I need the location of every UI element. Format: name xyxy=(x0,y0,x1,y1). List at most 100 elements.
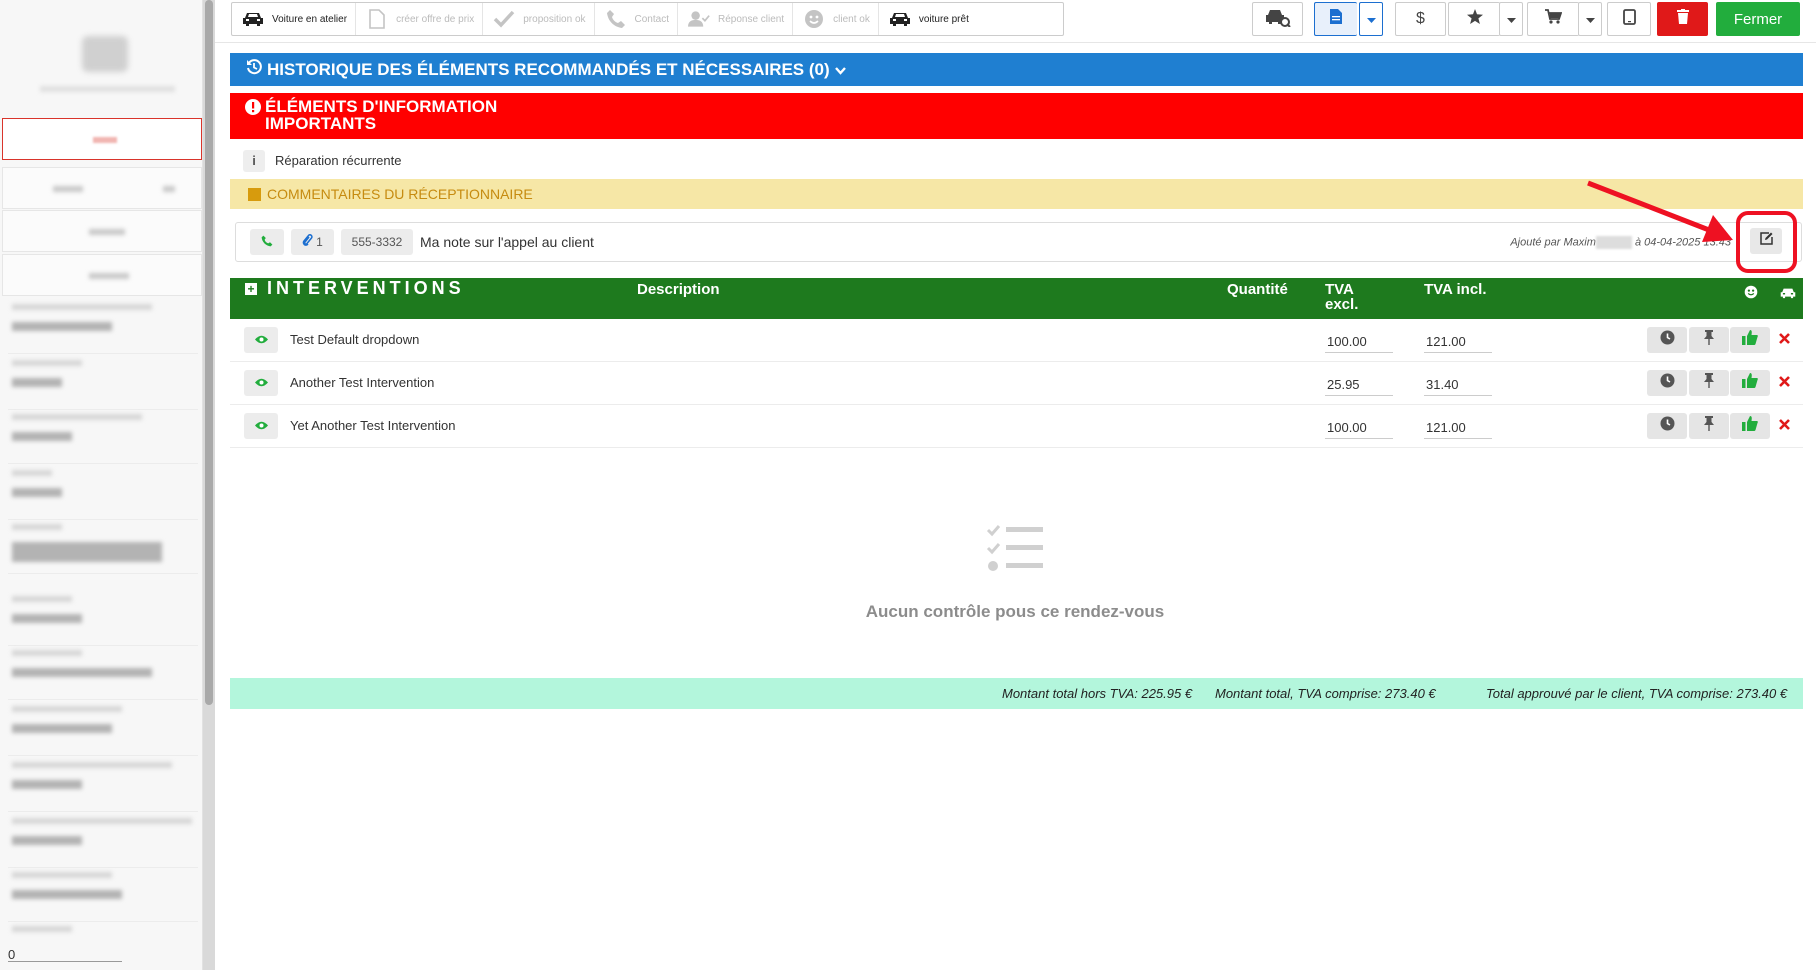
column-description: Description xyxy=(637,281,720,298)
step-label: Réponse client xyxy=(717,13,785,25)
phone-button[interactable] xyxy=(250,229,284,255)
table-row: Test Default dropdown xyxy=(230,319,1803,362)
plus-square-icon[interactable]: + xyxy=(245,282,257,295)
interventions-title: + INTERVENTIONS xyxy=(245,279,465,297)
important-info-title: ÉLÉMENTS D'INFORMATION IMPORTANTS xyxy=(265,97,498,133)
approve-button[interactable] xyxy=(1730,370,1770,396)
file-icon xyxy=(366,9,388,29)
note-author: Ajouté par Maxim xyxy=(1510,236,1596,249)
sidebar-item[interactable] xyxy=(2,167,202,209)
document-dropdown[interactable] xyxy=(1359,2,1383,36)
checklist-icon xyxy=(986,525,1043,571)
vat-excl-input[interactable] xyxy=(1325,374,1393,396)
document-button[interactable] xyxy=(1314,2,1357,36)
pin-button[interactable] xyxy=(1689,413,1729,439)
delete-button[interactable] xyxy=(1657,2,1708,36)
caret-down-icon xyxy=(1585,10,1595,28)
total-excl-vat: Montant total hors TVA: 225.95 € xyxy=(1002,686,1193,701)
column-vat-incl: TVA incl. xyxy=(1424,281,1487,298)
close-icon xyxy=(1778,331,1790,349)
history-button[interactable] xyxy=(1647,370,1687,396)
step-car-in-workshop[interactable]: Voiture en atelier xyxy=(232,3,357,35)
app-window: 0 Voiture en atelier créer offre de prix… xyxy=(0,0,1816,970)
tablet-button[interactable] xyxy=(1607,2,1651,36)
chevron-down-icon xyxy=(834,60,846,80)
eye-icon xyxy=(254,417,268,435)
car-icon xyxy=(242,9,264,29)
sidebar-field xyxy=(8,356,198,410)
cart-dropdown[interactable] xyxy=(1578,2,1602,36)
step-client-response[interactable]: Réponse client xyxy=(678,3,794,35)
sidebar-field xyxy=(8,922,198,942)
vat-incl-input[interactable] xyxy=(1424,374,1492,396)
approve-button[interactable] xyxy=(1730,327,1770,353)
phone-icon xyxy=(261,235,273,250)
star-icon xyxy=(1466,9,1483,29)
logo xyxy=(82,36,128,72)
car-wrench-icon xyxy=(1265,7,1291,32)
empty-state-text: Aucun contrôle pous ce rendez-vous xyxy=(865,602,1165,621)
step-client-ok[interactable]: client ok xyxy=(793,3,879,35)
exclamation-circle-icon xyxy=(245,99,261,118)
history-title: HISTORIQUE DES ÉLÉMENTS RECOMMANDÉS ET N… xyxy=(267,59,830,79)
pin-button[interactable] xyxy=(1689,327,1729,353)
attachments-count: 1 xyxy=(316,235,323,249)
approve-button[interactable] xyxy=(1730,413,1770,439)
sidebar-field xyxy=(8,520,198,574)
history-panel-header[interactable]: HISTORIQUE DES ÉLÉMENTS RECOMMANDÉS ET N… xyxy=(230,53,1803,86)
scrollbar-thumb[interactable] xyxy=(205,0,213,705)
cart-button[interactable] xyxy=(1527,2,1579,36)
step-car-ready[interactable]: voiture prêt xyxy=(879,3,977,35)
step-contact[interactable]: Contact xyxy=(595,3,678,35)
intervention-name: Yet Another Test Intervention xyxy=(290,418,456,433)
history-button[interactable] xyxy=(1647,327,1687,353)
remove-button[interactable] xyxy=(1773,370,1795,396)
vat-excl-input[interactable] xyxy=(1325,417,1393,439)
thumbs-up-icon xyxy=(1742,373,1758,393)
comment-note: 1 555-3332 Ma note sur l'appel au client… xyxy=(235,222,1802,262)
vat-incl-input[interactable] xyxy=(1424,331,1492,353)
pin-icon xyxy=(1703,373,1715,393)
close-icon xyxy=(1778,374,1790,392)
favorite-button[interactable] xyxy=(1448,2,1500,36)
phone-number: 555-3332 xyxy=(341,229,413,255)
sidebar-item[interactable] xyxy=(2,210,202,252)
remove-button[interactable] xyxy=(1773,327,1795,353)
close-button[interactable]: Fermer xyxy=(1716,2,1800,36)
pin-icon xyxy=(1703,416,1715,436)
important-info-header: ÉLÉMENTS D'INFORMATION IMPORTANTS xyxy=(230,93,1803,139)
visibility-toggle-button[interactable] xyxy=(244,370,278,396)
car-tools-button[interactable] xyxy=(1252,2,1303,36)
step-proposal-ok[interactable]: proposition ok xyxy=(483,3,595,35)
clock-icon xyxy=(1660,330,1675,350)
logo-subtitle xyxy=(40,86,175,92)
intervention-name: Another Test Intervention xyxy=(290,375,435,390)
price-button[interactable]: $ xyxy=(1395,2,1446,36)
workflow-steps: Voiture en atelier créer offre de prix p… xyxy=(231,2,1064,36)
car-icon xyxy=(889,9,911,29)
visibility-toggle-button[interactable] xyxy=(244,413,278,439)
step-create-quote[interactable]: créer offre de prix xyxy=(356,3,484,35)
sidebar-scrollbar[interactable] xyxy=(203,0,215,970)
attachments-button[interactable]: 1 xyxy=(291,229,334,255)
vat-excl-input[interactable] xyxy=(1325,331,1393,353)
visibility-toggle-button[interactable] xyxy=(244,327,278,353)
step-label: proposition ok xyxy=(523,13,586,25)
sidebar-bottom-input[interactable]: 0 xyxy=(8,948,122,962)
sidebar-field xyxy=(8,410,198,464)
history-button[interactable] xyxy=(1647,413,1687,439)
sidebar-item[interactable] xyxy=(2,254,202,296)
vat-incl-input[interactable] xyxy=(1424,417,1492,439)
caret-down-icon xyxy=(1506,10,1516,28)
check-icon xyxy=(493,9,515,29)
step-label: client ok xyxy=(833,13,870,25)
important-info-item: i Réparation récurrente xyxy=(230,143,1803,178)
pin-button[interactable] xyxy=(1689,370,1729,396)
step-label: voiture prêt xyxy=(918,13,969,25)
sidebar-active-item[interactable] xyxy=(2,118,202,160)
receptionist-comments-header: COMMENTAIRES DU RÉCEPTIONNAIRE xyxy=(230,179,1803,209)
remove-button[interactable] xyxy=(1773,413,1795,439)
document-icon xyxy=(1330,9,1342,29)
favorite-dropdown[interactable] xyxy=(1499,2,1523,36)
sidebar-field xyxy=(8,758,198,812)
